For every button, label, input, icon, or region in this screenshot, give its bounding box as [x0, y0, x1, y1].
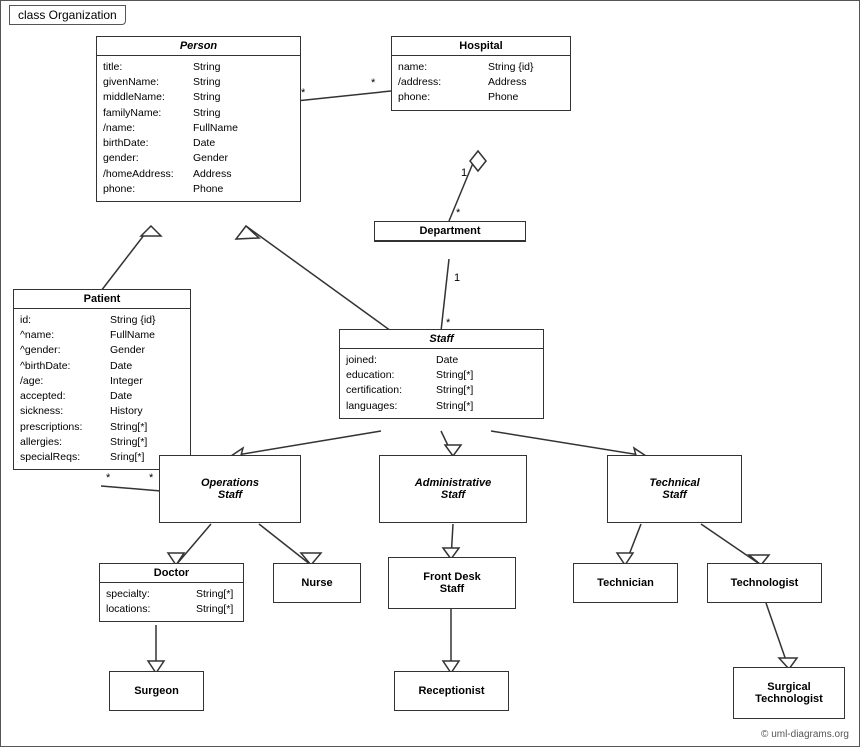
person-title: Person	[97, 37, 300, 56]
patient-box: Patient id:String {id} ^name:FullName ^g…	[13, 289, 191, 470]
admin-staff-title: AdministrativeStaff	[411, 473, 495, 505]
person-box: Person title:String givenName:String mid…	[96, 36, 301, 202]
hospital-body: name:String {id} /address:Address phone:…	[392, 56, 570, 110]
surgeon-box: Surgeon	[109, 671, 204, 711]
technician-title: Technician	[574, 574, 677, 592]
doctor-box: Doctor specialty:String[*] locations:Str…	[99, 563, 244, 622]
diagram-title: class Organization	[9, 5, 126, 25]
receptionist-box: Receptionist	[394, 671, 509, 711]
front-desk-box: Front DeskStaff	[388, 557, 516, 609]
department-box: Department	[374, 221, 526, 242]
admin-staff-box: AdministrativeStaff	[379, 455, 527, 523]
doctor-title: Doctor	[100, 564, 243, 583]
staff-body: joined:Date education:String[*] certific…	[340, 349, 543, 418]
patient-body: id:String {id} ^name:FullName ^gender:Ge…	[14, 309, 190, 469]
receptionist-title: Receptionist	[395, 682, 508, 700]
svg-text:*: *	[106, 472, 111, 484]
technologist-box: Technologist	[707, 563, 822, 603]
tech-staff-title: TechnicalStaff	[645, 473, 703, 505]
technologist-title: Technologist	[708, 574, 821, 592]
svg-text:*: *	[371, 77, 376, 89]
svg-text:*: *	[456, 207, 461, 219]
ops-staff-title: OperationsStaff	[197, 473, 263, 505]
patient-title: Patient	[14, 290, 190, 309]
svg-text:1: 1	[461, 167, 467, 179]
svg-text:*: *	[149, 472, 154, 484]
diagram-container: class Organization * * 1 * 1 * * *	[0, 0, 860, 747]
staff-title: Staff	[340, 330, 543, 349]
svg-text:*: *	[446, 317, 451, 329]
ops-staff-box: OperationsStaff	[159, 455, 301, 523]
copyright: © uml-diagrams.org	[761, 729, 849, 740]
department-title: Department	[375, 222, 525, 241]
doctor-body: specialty:String[*] locations:String[*]	[100, 583, 243, 621]
nurse-title: Nurse	[274, 574, 360, 592]
hospital-box: Hospital name:String {id} /address:Addre…	[391, 36, 571, 111]
surgeon-title: Surgeon	[110, 682, 203, 700]
surgical-tech-box: SurgicalTechnologist	[733, 667, 845, 719]
svg-text:*: *	[301, 87, 306, 99]
technician-box: Technician	[573, 563, 678, 603]
surgical-tech-title: SurgicalTechnologist	[734, 677, 844, 709]
hospital-title: Hospital	[392, 37, 570, 56]
staff-box: Staff joined:Date education:String[*] ce…	[339, 329, 544, 419]
person-body: title:String givenName:String middleName…	[97, 56, 300, 201]
svg-text:1: 1	[454, 272, 460, 284]
front-desk-title: Front DeskStaff	[389, 567, 515, 599]
nurse-box: Nurse	[273, 563, 361, 603]
tech-staff-box: TechnicalStaff	[607, 455, 742, 523]
